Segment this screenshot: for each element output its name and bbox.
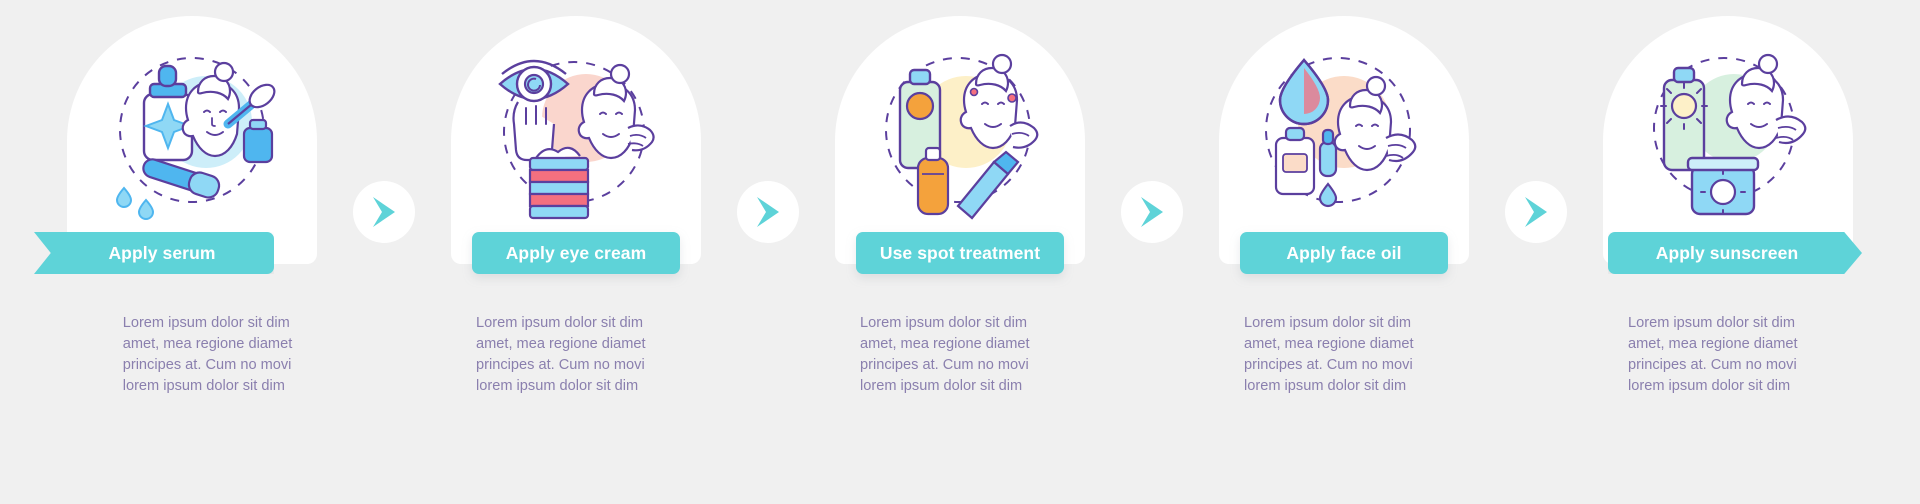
chevron-right-icon <box>1521 195 1551 229</box>
step-body-5: Lorem ipsum dolor sit dim amet, mea regi… <box>1628 314 1798 394</box>
step-banner-2[interactable]: Apply eye cream <box>472 232 680 274</box>
step-banner-5[interactable]: Apply sunscreen <box>1608 232 1862 274</box>
sunscreen-tube-sun-face-icon <box>1630 46 1826 226</box>
step-card-4[interactable]: Apply face oil Lorem ipsum dolor sit dim… <box>1152 0 1567 504</box>
face-oil-droplet-bottle-icon <box>1246 46 1442 226</box>
connector-arrow-2 <box>737 181 799 243</box>
step-card-2[interactable]: Apply eye cream Lorem ipsum dolor sit di… <box>384 0 799 504</box>
step-body-2: Lorem ipsum dolor sit dim amet, mea regi… <box>476 314 646 394</box>
step-card-1[interactable]: Apply serum Lorem ipsum dolor sit dim am… <box>0 0 415 504</box>
infographic-board: Apply serum Lorem ipsum dolor sit dim am… <box>0 0 1920 504</box>
chevron-right-icon <box>1137 195 1167 229</box>
step-banner-3[interactable]: Use spot treatment <box>856 232 1064 274</box>
step-label-5: Apply sunscreen <box>1655 242 1799 263</box>
step-label-4: Apply face oil <box>1286 242 1402 263</box>
step-body-1: Lorem ipsum dolor sit dim amet, mea regi… <box>122 314 293 394</box>
step-body-3: Lorem ipsum dolor sit dim amet, mea regi… <box>860 314 1030 394</box>
step-label-1: Apply serum <box>108 242 216 263</box>
serum-dropper-bottle-face-icon <box>94 46 290 226</box>
step-label-3: Use spot treatment <box>879 242 1041 263</box>
step-banner-1[interactable]: Apply serum <box>34 232 274 274</box>
step-card-5[interactable]: Apply sunscreen Lorem ipsum dolor sit di… <box>1536 0 1920 504</box>
connector-arrow-3 <box>1121 181 1183 243</box>
connector-arrow-4 <box>1505 181 1567 243</box>
chevron-right-icon <box>753 195 783 229</box>
connector-arrow-1 <box>353 181 415 243</box>
chevron-right-icon <box>369 195 399 229</box>
step-card-3[interactable]: Use spot treatment Lorem ipsum dolor sit… <box>768 0 1183 504</box>
eye-cream-jar-eye-icon <box>478 46 674 226</box>
step-body-4: Lorem ipsum dolor sit dim amet, mea regi… <box>1244 314 1414 394</box>
step-label-2: Apply eye cream <box>505 242 647 263</box>
spot-treatment-tube-face-icon <box>862 46 1058 226</box>
step-banner-4[interactable]: Apply face oil <box>1240 232 1448 274</box>
